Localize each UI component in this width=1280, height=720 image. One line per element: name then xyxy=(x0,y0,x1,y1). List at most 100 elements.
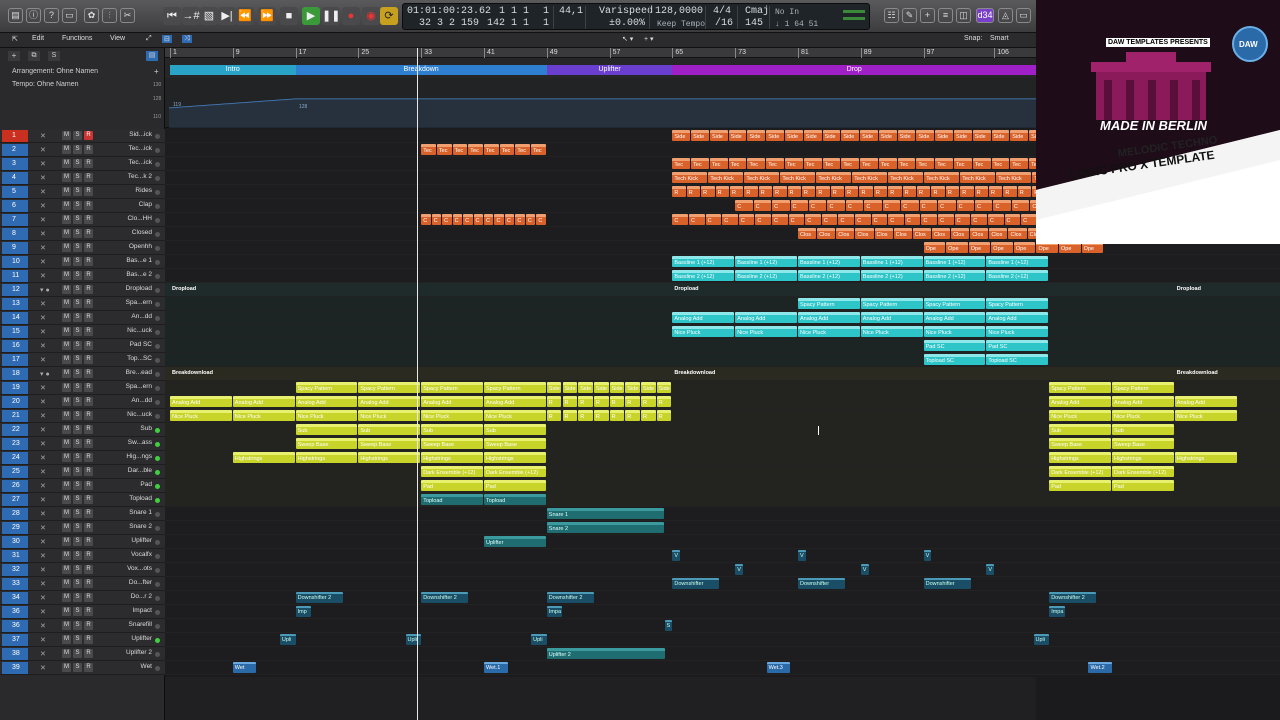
region[interactable]: C xyxy=(515,214,525,225)
region[interactable]: Tech Kick xyxy=(960,172,996,183)
region[interactable]: R xyxy=(960,186,974,197)
record-enable-button[interactable]: R xyxy=(84,551,93,560)
region[interactable]: R xyxy=(562,396,578,407)
solo-button[interactable]: S xyxy=(73,621,82,630)
record-enable-button[interactable]: R xyxy=(84,145,93,154)
track-lane[interactable]: Wet Wet.1 Wet.3 Wet.2 xyxy=(165,661,1280,675)
track-header[interactable]: 4 ✕ M S R Tec...k 2 xyxy=(0,171,165,185)
track-lane[interactable]: Downshifter Downshifter Downshifter xyxy=(165,577,1280,591)
solo-button[interactable]: S xyxy=(73,369,82,378)
region[interactable]: R xyxy=(974,186,989,197)
mute-button[interactable]: M xyxy=(62,369,71,378)
mute-button[interactable]: M xyxy=(62,383,71,392)
track-lane[interactable]: Pad SC Pad SC xyxy=(165,339,1280,353)
region[interactable]: Bassline 2 (+12) xyxy=(672,270,735,281)
region[interactable]: Sub xyxy=(1049,424,1111,435)
region[interactable]: C xyxy=(536,214,546,225)
region[interactable]: Side xyxy=(641,382,656,393)
arrangement-marker-uplifter[interactable]: Uplifter xyxy=(546,65,673,75)
region[interactable]: C xyxy=(755,214,772,225)
region[interactable]: R xyxy=(902,186,917,197)
region[interactable]: Side xyxy=(625,382,640,393)
region[interactable]: Tech Kick xyxy=(816,172,852,183)
mute-button[interactable]: M xyxy=(62,495,71,504)
region[interactable]: Highstrings xyxy=(358,452,421,463)
region[interactable]: Spacy Pattern xyxy=(295,382,358,393)
region[interactable]: Bassline 2 (+12) xyxy=(735,270,797,281)
help-icon[interactable]: ? xyxy=(44,8,59,23)
region[interactable]: Tec xyxy=(897,158,916,169)
region[interactable]: Bassline 1 (+12) xyxy=(986,256,1049,267)
region[interactable]: Sweep Base xyxy=(358,438,421,449)
region[interactable]: Tec xyxy=(515,144,531,155)
cycle-button[interactable]: ⟳ xyxy=(380,7,398,25)
audio-region[interactable]: Upli xyxy=(405,634,422,645)
region[interactable]: Sweep Base xyxy=(421,438,483,449)
region[interactable]: Tec xyxy=(803,158,822,169)
region[interactable]: Clos xyxy=(874,228,893,239)
solo-button[interactable]: S xyxy=(73,327,82,336)
region[interactable]: Nice Pluck xyxy=(923,326,986,337)
apple-loops-icon[interactable]: ◫ xyxy=(956,8,971,23)
audio-region[interactable]: Uplifter 2 xyxy=(546,648,665,659)
global-tracks-icon[interactable]: ▤ xyxy=(146,51,158,61)
audio-region[interactable]: Wet xyxy=(232,662,257,673)
region[interactable]: Side xyxy=(546,382,562,393)
region[interactable]: R xyxy=(715,186,729,197)
pause-button[interactable]: ❚❚ xyxy=(322,7,340,25)
region[interactable]: R xyxy=(931,186,945,197)
region[interactable]: Clos xyxy=(855,228,874,239)
mute-button[interactable]: M xyxy=(62,565,71,574)
audio-region[interactable]: Upli xyxy=(1033,634,1050,645)
arrangement-marker-intro[interactable]: Intro xyxy=(170,65,296,75)
region[interactable]: R xyxy=(625,410,640,421)
region[interactable]: Tec xyxy=(822,158,841,169)
region[interactable]: Pad SC xyxy=(986,340,1049,351)
region[interactable]: Sub xyxy=(295,424,358,435)
media-icon[interactable]: ▭ xyxy=(1016,8,1031,23)
audio-region[interactable]: Wet.1 xyxy=(484,662,508,673)
audio-region[interactable]: Upli xyxy=(279,634,296,645)
region[interactable]: Tec xyxy=(972,158,991,169)
add-marker-icon[interactable]: + xyxy=(154,67,159,76)
region[interactable]: R xyxy=(578,410,593,421)
record-enable-button[interactable]: R xyxy=(84,397,93,406)
track-lane[interactable]: Spacy Pattern Spacy Pattern Spacy Pattern S… xyxy=(165,297,1280,311)
region[interactable]: C xyxy=(452,214,463,225)
region[interactable]: Side xyxy=(728,130,747,141)
mute-button[interactable]: M xyxy=(62,299,71,308)
solo-button[interactable]: S xyxy=(73,425,82,434)
region[interactable]: Side xyxy=(578,382,593,393)
region[interactable]: Highstrings xyxy=(1112,452,1174,463)
region[interactable]: Nice Pluck xyxy=(1174,410,1237,421)
region[interactable]: Tec xyxy=(436,144,452,155)
record-enable-button[interactable]: R xyxy=(84,229,93,238)
region[interactable]: Ope xyxy=(991,242,1013,253)
region[interactable]: Spacy Pattern xyxy=(986,298,1049,309)
track-lane[interactable]: Downshifter 2 Downshifter 2 Downshifter 2 D… xyxy=(165,591,1280,605)
region[interactable]: C xyxy=(494,214,504,225)
region[interactable]: Spacy Pattern xyxy=(484,382,546,393)
region[interactable]: Tec xyxy=(991,158,1010,169)
region[interactable]: C xyxy=(956,200,974,211)
region[interactable]: Clos xyxy=(1008,228,1027,239)
region[interactable]: Analog Add xyxy=(1174,396,1237,407)
snap-select[interactable]: Smart xyxy=(990,35,1009,42)
region[interactable]: Analog Add xyxy=(798,312,860,323)
solo-button[interactable]: S xyxy=(73,579,82,588)
region[interactable]: Sub xyxy=(421,424,483,435)
solo-button[interactable]: S xyxy=(73,131,82,140)
region[interactable]: Dark Ensemble (+12) xyxy=(484,466,546,477)
region[interactable]: R xyxy=(888,186,902,197)
record-enable-button[interactable]: R xyxy=(84,663,93,672)
region[interactable]: C xyxy=(1004,214,1021,225)
mute-button[interactable]: M xyxy=(62,271,71,280)
track-header[interactable]: 13 ✕ M S R Spa...ern xyxy=(0,297,165,311)
region[interactable]: Tec xyxy=(878,158,897,169)
region[interactable]: C xyxy=(442,214,452,225)
solo-button[interactable]: S xyxy=(73,537,82,546)
region[interactable]: Clos xyxy=(798,228,817,239)
track-lane[interactable]: Nice Pluck Nice Pluck Nice Pluck Nice Pluck… xyxy=(165,409,1280,423)
region[interactable]: R xyxy=(562,410,578,421)
region[interactable]: R xyxy=(816,186,830,197)
